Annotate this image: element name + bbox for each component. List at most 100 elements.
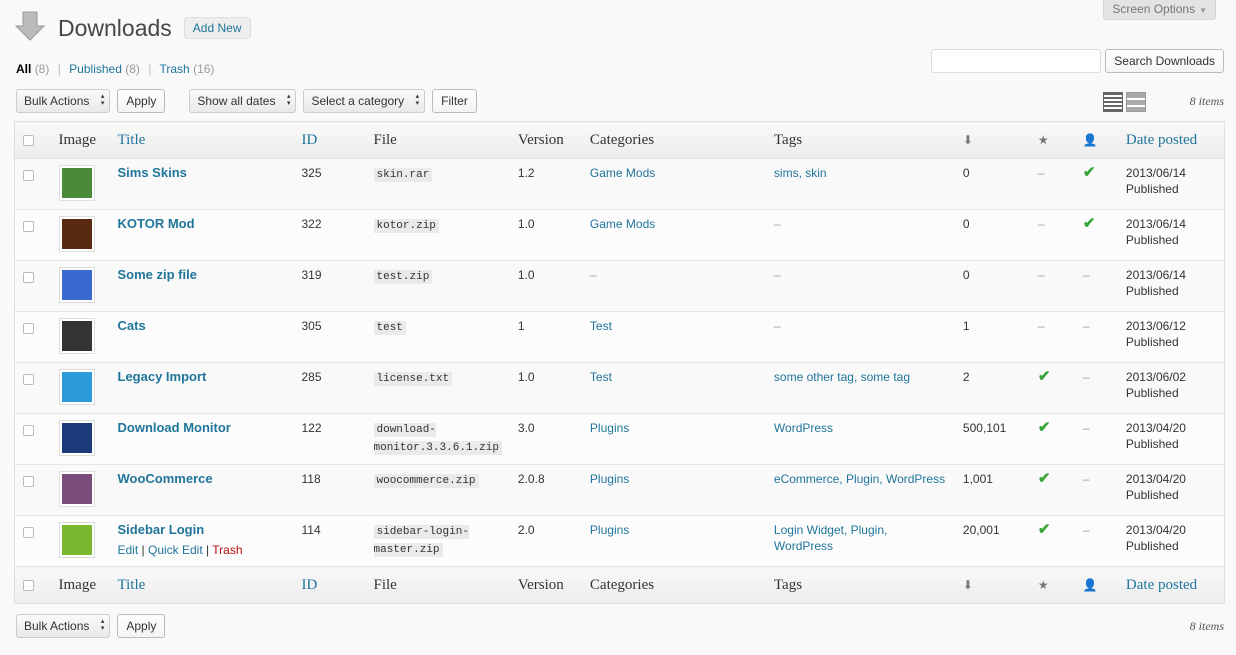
download-title-link[interactable]: WooCommerce — [118, 471, 213, 486]
apply-button[interactable]: Apply — [117, 89, 166, 113]
row-action-separator: | — [206, 543, 210, 557]
filter-button[interactable]: Filter — [432, 89, 477, 113]
tags-links[interactable]: eCommerce, Plugin, WordPress — [774, 472, 945, 486]
filter-trash[interactable]: Trash — [160, 62, 190, 76]
post-status: Published — [1125, 335, 1179, 349]
featured-cell: – — [1029, 311, 1075, 363]
row-checkbox-cell — [14, 362, 51, 414]
table-header-row: Image Title ID File Version Categories T… — [14, 121, 1225, 159]
file-cell: skin.rar — [365, 158, 510, 210]
row-checkbox[interactable] — [23, 323, 34, 334]
tags-links[interactable]: sims, skin — [774, 166, 827, 180]
category-link[interactable]: Plugins — [590, 523, 629, 537]
members-cell: – — [1074, 515, 1118, 567]
members-column-footer: 👤 — [1074, 566, 1118, 604]
status-filter-links: All (8) | Published (8) | Trash (16) — [16, 62, 214, 76]
download-count-cell: 0 — [954, 158, 1030, 210]
file-name: sidebar-login-master.zip — [373, 525, 469, 557]
category-select[interactable]: Select a category — [303, 89, 426, 113]
title-column-header[interactable]: Title — [109, 121, 294, 159]
row-checkbox-cell — [14, 260, 51, 312]
download-title-link[interactable]: Cats — [118, 318, 146, 333]
category-link[interactable]: Plugins — [590, 421, 629, 435]
edit-link[interactable]: Edit — [118, 543, 139, 557]
categories-cell: Game Mods — [581, 158, 766, 210]
thumbnail-image — [61, 270, 92, 300]
featured-column-header: ★ — [1029, 121, 1075, 159]
date-cell: 2013/06/14 Published — [1117, 260, 1225, 312]
add-new-button[interactable]: Add New — [183, 17, 251, 39]
row-checkbox[interactable] — [23, 476, 34, 487]
filter-published[interactable]: Published — [69, 62, 122, 76]
row-checkbox[interactable] — [23, 425, 34, 436]
bulk-actions-select-bottom[interactable]: Bulk Actions — [16, 614, 111, 638]
date-posted: 2013/06/14 — [1125, 166, 1186, 180]
tablenav-top: Bulk Actions Apply Show all dates Select… — [16, 89, 477, 113]
thumbnail-image — [61, 525, 92, 555]
download-title-link[interactable]: Some zip file — [118, 267, 197, 282]
members-cell: ✔ — [1074, 209, 1118, 261]
page-header: Downloads Add New — [14, 8, 251, 48]
file-name: download-monitor.3.3.6.1.zip — [373, 423, 502, 455]
download-title-link[interactable]: Sims Skins — [118, 165, 187, 180]
tags-cell: – — [765, 209, 955, 261]
id-column-footer[interactable]: ID — [293, 566, 366, 604]
version-cell: 1.2 — [509, 158, 582, 210]
date-column-footer[interactable]: Date posted — [1117, 566, 1225, 604]
row-checkbox[interactable] — [23, 170, 34, 181]
download-thumbnail — [58, 267, 95, 303]
title-column-footer[interactable]: Title — [109, 566, 294, 604]
date-column-header[interactable]: Date posted — [1117, 121, 1225, 159]
categories-cell: Plugins — [581, 515, 766, 567]
download-count-cell: 20,001 — [954, 515, 1030, 567]
tags-links[interactable]: WordPress — [774, 421, 833, 435]
id-cell: 122 — [293, 413, 366, 465]
category-link[interactable]: Game Mods — [590, 217, 655, 231]
category-link[interactable]: Game Mods — [590, 166, 655, 180]
download-count-cell: 2 — [954, 362, 1030, 414]
list-view-icon[interactable] — [1103, 92, 1123, 112]
row-checkbox[interactable] — [23, 374, 34, 385]
star-icon: ★ — [1037, 577, 1049, 592]
category-link[interactable]: Test — [590, 370, 612, 384]
image-cell — [50, 515, 110, 567]
excerpt-view-icon[interactable] — [1126, 92, 1146, 112]
row-checkbox[interactable] — [23, 221, 34, 232]
table-row: WooCommerce 118 woocommerce.zip 2.0.8 Plugin… — [14, 464, 1225, 516]
members-cell: ✔ — [1074, 158, 1118, 210]
search-downloads-button[interactable]: Search Downloads — [1105, 49, 1224, 73]
download-title-link[interactable]: Download Monitor — [118, 420, 231, 435]
members-cell: – — [1074, 464, 1118, 516]
date-posted: 2013/04/20 — [1125, 472, 1186, 486]
tags-links[interactable]: Login Widget, Plugin, WordPress — [774, 523, 887, 553]
thumbnail-image — [61, 423, 92, 453]
bulk-actions-select[interactable]: Bulk Actions — [16, 89, 111, 113]
table-row: Legacy Import 285 license.txt 1.0 Test some o… — [14, 362, 1225, 414]
select-all-checkbox[interactable] — [23, 134, 34, 146]
category-link[interactable]: Test — [590, 319, 612, 333]
download-title-link[interactable]: KOTOR Mod — [118, 216, 195, 231]
select-all-checkbox-footer[interactable] — [23, 579, 34, 591]
version-cell: 1.0 — [509, 362, 582, 414]
screen-options-button[interactable]: Screen Options ▼ — [1103, 0, 1216, 20]
featured-cell: – — [1029, 209, 1075, 261]
post-status: Published — [1125, 386, 1179, 400]
version-cell: 2.0 — [509, 515, 582, 567]
search-input[interactable] — [931, 49, 1102, 73]
quick-edit-link[interactable]: Quick Edit — [148, 543, 203, 557]
download-thumbnail — [58, 165, 95, 201]
download-title-link[interactable]: Legacy Import — [118, 369, 207, 384]
row-checkbox[interactable] — [23, 272, 34, 283]
dates-select[interactable]: Show all dates — [189, 89, 297, 113]
id-column-header[interactable]: ID — [293, 121, 366, 159]
filter-all[interactable]: All — [16, 62, 31, 76]
tags-cell: – — [765, 311, 955, 363]
date-cell: 2013/06/12 Published — [1117, 311, 1225, 363]
apply-button-bottom[interactable]: Apply — [117, 614, 166, 638]
trash-link[interactable]: Trash — [212, 543, 242, 557]
row-checkbox[interactable] — [23, 527, 34, 538]
download-title-link[interactable]: Sidebar Login — [118, 522, 205, 537]
category-link[interactable]: Plugins — [590, 472, 629, 486]
table-row: Sidebar Login Edit | Quick Edit | Trash 11… — [14, 515, 1225, 567]
tags-links[interactable]: some other tag, some tag — [774, 370, 910, 384]
